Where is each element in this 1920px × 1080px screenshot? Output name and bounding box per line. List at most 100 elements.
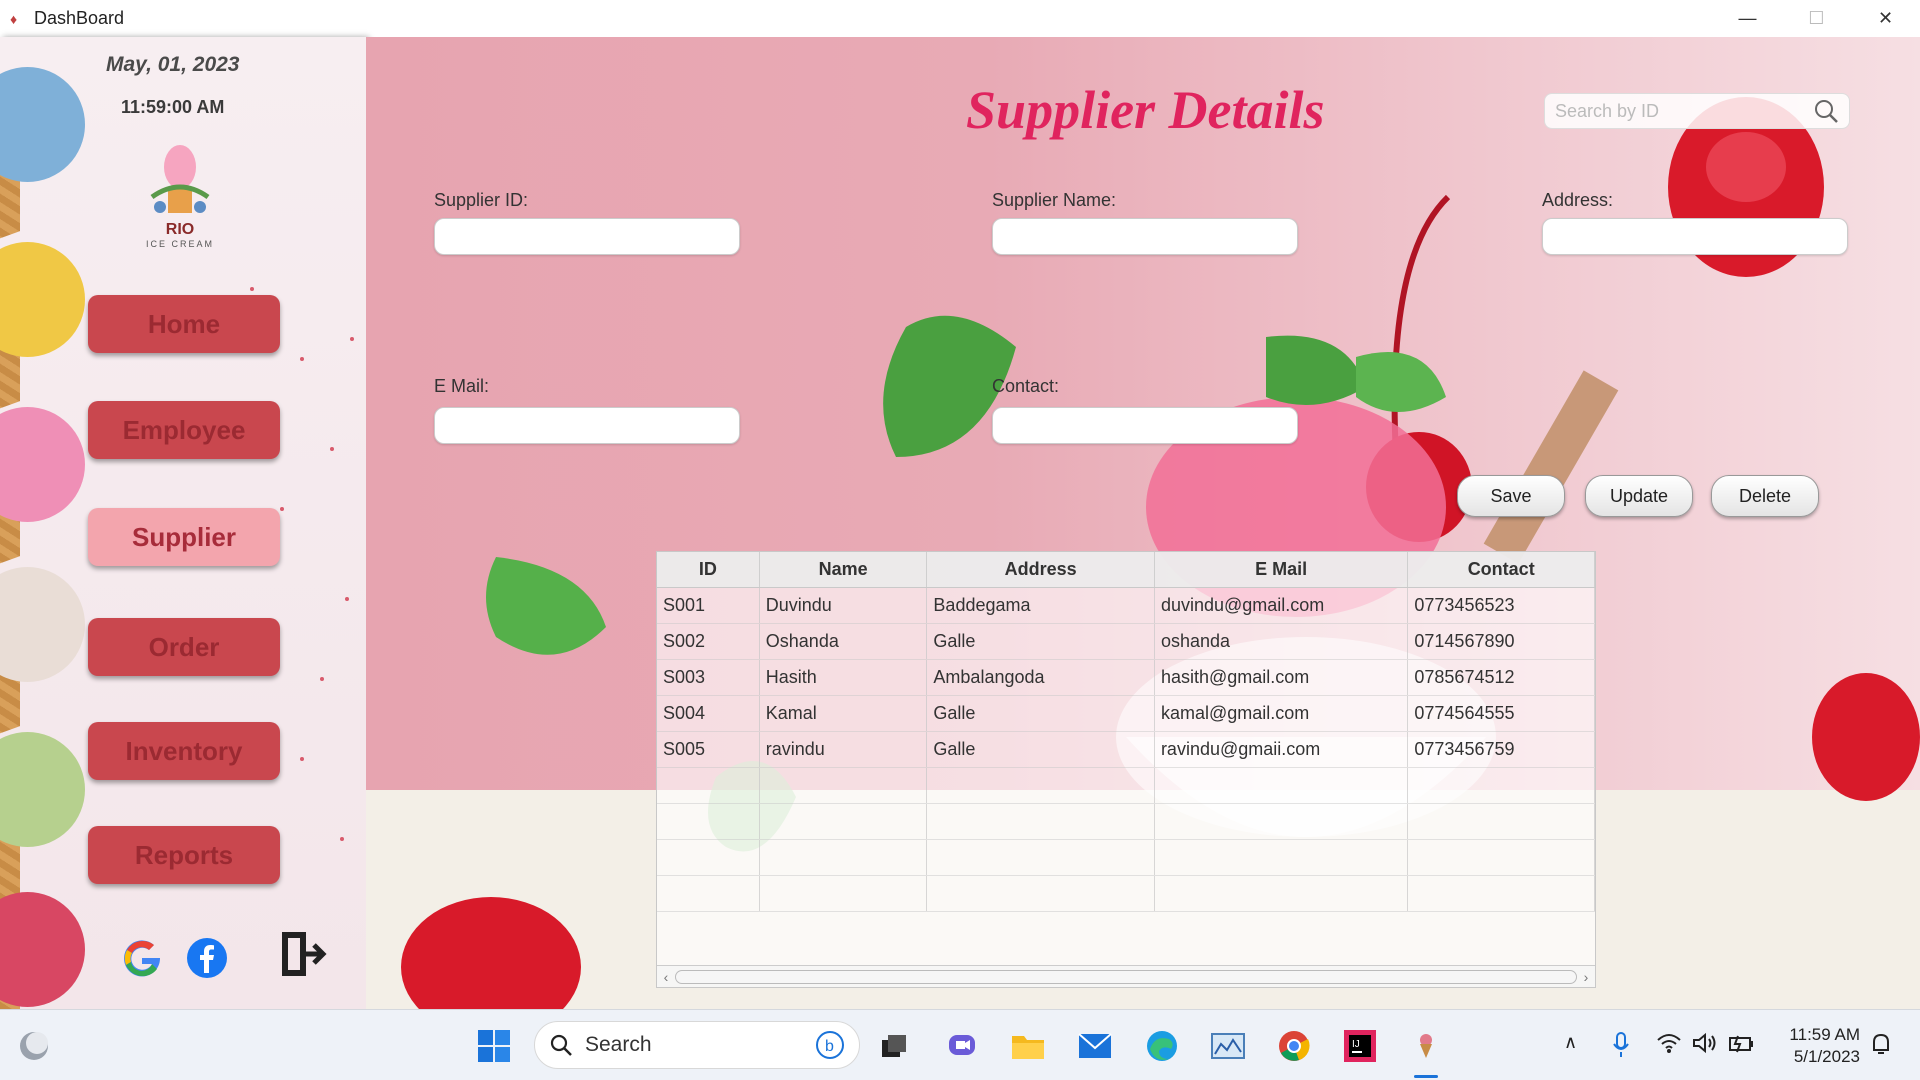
svg-text:IJ: IJ bbox=[1352, 1039, 1360, 1050]
google-icon[interactable] bbox=[121, 937, 163, 984]
table-row[interactable]: S003 Hasith Ambalangoda hasith@gmail.com… bbox=[657, 660, 1595, 696]
scrollbar-thumb[interactable] bbox=[675, 969, 1577, 984]
red-scoop bbox=[0, 892, 85, 1007]
column-header-contact[interactable]: Contact bbox=[1408, 552, 1595, 587]
microphone-icon[interactable] bbox=[1612, 1032, 1630, 1063]
cell-address: Ambalangoda bbox=[927, 660, 1155, 695]
main-panel: Supplier Details Supplier ID: Supplier N… bbox=[366, 37, 1920, 1009]
taskbar-search-box[interactable]: Search b bbox=[534, 1021, 860, 1069]
teams-chat-icon[interactable] bbox=[942, 1026, 982, 1066]
widgets-icon[interactable] bbox=[14, 1026, 54, 1066]
supplier-id-field[interactable] bbox=[434, 218, 740, 255]
task-view-icon[interactable] bbox=[874, 1026, 914, 1066]
cell-address: Galle bbox=[927, 732, 1155, 767]
email-field[interactable] bbox=[434, 407, 740, 444]
cell-name: Duvindu bbox=[760, 588, 928, 623]
window-title: DashBoard bbox=[34, 8, 125, 28]
table-row[interactable]: S002 Oshanda Galle oshanda 0714567890 bbox=[657, 624, 1595, 660]
column-header-email[interactable]: E Mail bbox=[1155, 552, 1409, 587]
email-label: E Mail: bbox=[434, 376, 490, 396]
contact-field[interactable] bbox=[992, 407, 1298, 444]
nav-employee-button[interactable]: Employee bbox=[88, 401, 280, 459]
volume-icon[interactable] bbox=[1692, 1032, 1718, 1059]
cell-address: Galle bbox=[927, 696, 1155, 731]
cell-contact: 0785674512 bbox=[1408, 660, 1595, 695]
close-button[interactable]: ✕ bbox=[1851, 0, 1920, 37]
scroll-right-icon[interactable]: › bbox=[1577, 969, 1595, 985]
ice-cream-app-icon: ♦ bbox=[10, 10, 18, 27]
cell-contact: 0773456523 bbox=[1408, 588, 1595, 623]
show-hidden-icons-icon[interactable]: ∧ bbox=[1564, 1032, 1577, 1053]
edge-browser-icon[interactable] bbox=[1142, 1026, 1182, 1066]
cell-contact: 0773456759 bbox=[1408, 732, 1595, 767]
nav-inventory-button[interactable]: Inventory bbox=[88, 722, 280, 780]
logout-icon[interactable] bbox=[278, 929, 330, 984]
active-app-indicator bbox=[1414, 1075, 1438, 1078]
nav-reports-button[interactable]: Reports bbox=[88, 826, 280, 884]
delete-button[interactable]: Delete bbox=[1711, 475, 1819, 517]
rio-logo: RIO ICE CREAM bbox=[130, 137, 230, 257]
supplier-id-label: Supplier ID: bbox=[434, 190, 529, 210]
logo-name: RIO bbox=[165, 221, 195, 238]
column-header-id[interactable]: ID bbox=[657, 552, 760, 587]
scroll-left-icon[interactable]: ‹ bbox=[657, 969, 675, 985]
column-header-name[interactable]: Name bbox=[760, 552, 928, 587]
cell-id: S005 bbox=[657, 732, 760, 767]
battery-icon[interactable] bbox=[1728, 1032, 1756, 1059]
cell-name: ravindu bbox=[760, 732, 928, 767]
empty-table-row bbox=[657, 876, 1595, 912]
ice-cream-cones-decoration bbox=[0, 37, 95, 1009]
cell-id: S003 bbox=[657, 660, 760, 695]
chrome-icon[interactable] bbox=[1274, 1026, 1314, 1066]
cell-contact: 0774564555 bbox=[1408, 696, 1595, 731]
save-button[interactable]: Save bbox=[1457, 475, 1565, 517]
search-input[interactable] bbox=[1555, 100, 1813, 122]
green-scoop bbox=[0, 732, 85, 847]
intellij-icon[interactable]: IJ bbox=[1340, 1026, 1380, 1066]
nav-home-button[interactable]: Home bbox=[88, 295, 280, 353]
table-header: ID Name Address E Mail Contact bbox=[657, 552, 1595, 588]
start-icon[interactable] bbox=[474, 1026, 514, 1066]
dashboard-app-icon[interactable] bbox=[1406, 1026, 1446, 1066]
update-button[interactable]: Update bbox=[1585, 475, 1693, 517]
table-row[interactable]: S005 ravindu Galle ravindu@gmaii.com 077… bbox=[657, 732, 1595, 768]
maximize-button[interactable]: ☐ bbox=[1782, 0, 1851, 37]
nav-supplier-button[interactable]: Supplier bbox=[88, 508, 280, 566]
cell-id: S004 bbox=[657, 696, 760, 731]
yellow-scoop bbox=[0, 242, 85, 357]
cell-email: oshanda bbox=[1155, 624, 1409, 659]
taskbar-clock[interactable]: 11:59 AM 5/1/2023 bbox=[1770, 1024, 1860, 1068]
cell-email: duvindu@gmail.com bbox=[1155, 588, 1409, 623]
address-label: Address: bbox=[1542, 190, 1614, 210]
contact-label: Contact: bbox=[992, 376, 1060, 396]
wifi-icon[interactable] bbox=[1656, 1032, 1682, 1059]
cell-name: Hasith bbox=[760, 660, 928, 695]
facebook-icon[interactable] bbox=[186, 937, 228, 984]
cell-email: ravindu@gmaii.com bbox=[1155, 732, 1409, 767]
taskbar: Search b IJ ∧ 11:59 AM 5/1/2023 bbox=[0, 1009, 1920, 1080]
supplier-name-label: Supplier Name: bbox=[992, 190, 1117, 210]
mail-icon[interactable] bbox=[1075, 1026, 1115, 1066]
cell-contact: 0714567890 bbox=[1408, 624, 1595, 659]
supplier-name-field[interactable] bbox=[992, 218, 1298, 255]
cell-address: Galle bbox=[927, 624, 1155, 659]
cell-email: hasith@gmail.com bbox=[1155, 660, 1409, 695]
taskbar-date: 5/1/2023 bbox=[1793, 1047, 1860, 1066]
cell-name: Oshanda bbox=[760, 624, 928, 659]
file-explorer-icon[interactable] bbox=[1008, 1026, 1048, 1066]
table-row[interactable]: S004 Kamal Galle kamal@gmail.com 0774564… bbox=[657, 696, 1595, 732]
notification-icon[interactable] bbox=[1870, 1032, 1892, 1061]
page-title: Supplier Details bbox=[966, 80, 1325, 140]
bing-icon[interactable]: b bbox=[815, 1030, 845, 1060]
search-icon[interactable] bbox=[1813, 98, 1839, 124]
horizontal-scrollbar[interactable]: ‹ › bbox=[657, 965, 1595, 987]
address-field[interactable] bbox=[1542, 218, 1848, 255]
sidebar: May, 01, 2023 11:59:00 AM RIO ICE CREAM … bbox=[0, 37, 366, 1009]
nav-order-button[interactable]: Order bbox=[88, 618, 280, 676]
search-box[interactable] bbox=[1544, 93, 1850, 129]
minimize-button[interactable]: — bbox=[1713, 0, 1782, 37]
svg-text:b: b bbox=[825, 1038, 834, 1055]
table-row[interactable]: S001 Duvindu Baddegama duvindu@gmail.com… bbox=[657, 588, 1595, 624]
column-header-address[interactable]: Address bbox=[927, 552, 1155, 587]
resource-monitor-icon[interactable] bbox=[1208, 1026, 1248, 1066]
